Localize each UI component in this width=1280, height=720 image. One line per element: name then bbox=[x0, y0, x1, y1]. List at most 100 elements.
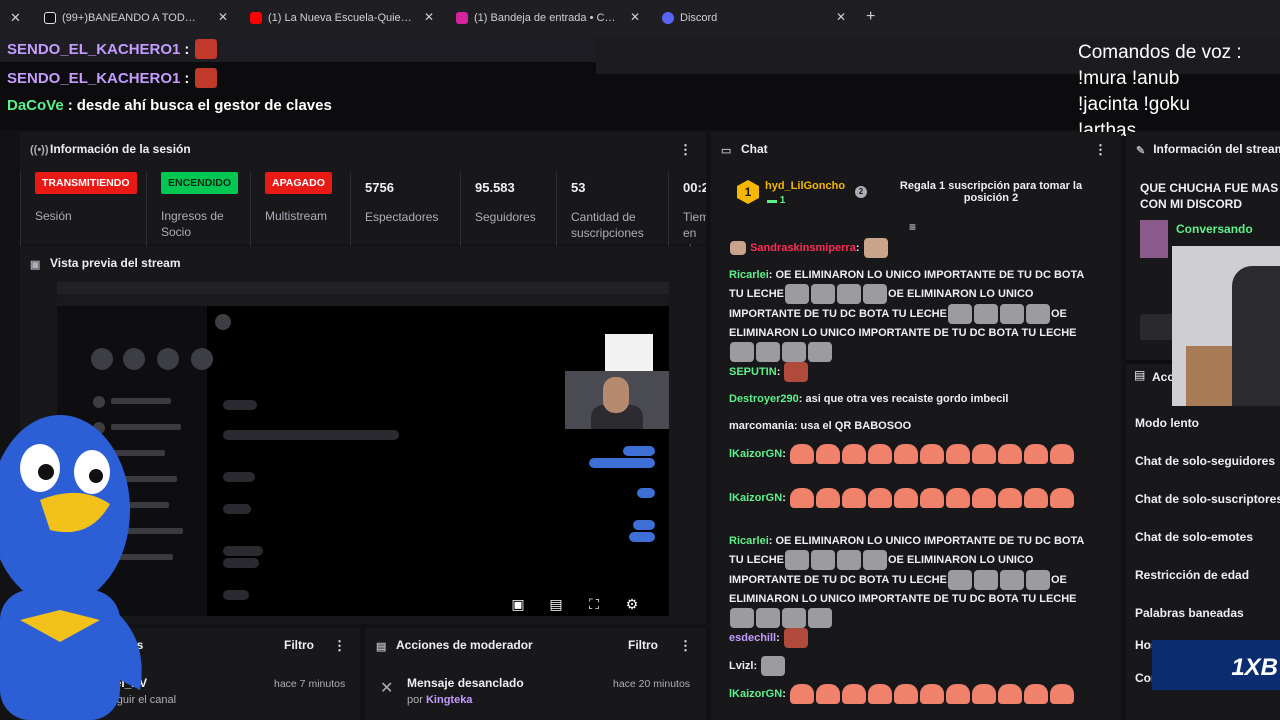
theatre-mode-icon[interactable]: ▤ bbox=[548, 596, 564, 612]
voice-commands-title: Comandos de voz : bbox=[1078, 42, 1242, 63]
fullscreen-icon[interactable]: ⛶ bbox=[586, 596, 602, 612]
overlay-chat-separator: : bbox=[67, 97, 73, 114]
gift-coin-icon: 2 bbox=[855, 186, 867, 198]
hand-emote-icon bbox=[1049, 444, 1074, 464]
more-options-icon[interactable]: ⋮ bbox=[679, 638, 692, 654]
message-bubble bbox=[633, 520, 655, 530]
mod-action-by: por Kingteka bbox=[407, 694, 472, 706]
hand-emote-icon bbox=[867, 444, 892, 464]
chat-username[interactable]: marcomania bbox=[729, 420, 794, 432]
stat-followers: 95.583 Seguidores bbox=[460, 172, 556, 250]
browser-tab-youtube[interactable]: (1) La Nueva Escuela-Quiero Be bbox=[250, 6, 414, 30]
hand-emote-icon bbox=[1023, 444, 1048, 464]
stat-label: Multistream bbox=[265, 209, 328, 223]
rank-badge: 1 bbox=[737, 180, 759, 204]
emote-icon bbox=[783, 628, 808, 648]
stat-subscriptions: 53 Cantidad de suscripciones bbox=[556, 172, 668, 250]
badge-icon bbox=[730, 241, 746, 255]
browser-tab-tiktok[interactable]: (99+)BANEANDO A TODOS DE bbox=[44, 6, 204, 30]
stream-category[interactable]: Conversando bbox=[1176, 222, 1253, 236]
broadcast-icon: ((•)) bbox=[30, 144, 49, 156]
action-age-restriction[interactable]: Restricción de edad bbox=[1135, 568, 1249, 582]
chat-message: lKaizorGN: bbox=[729, 488, 1099, 508]
browser-tab-discord[interactable]: Discord bbox=[662, 6, 822, 30]
close-tab-icon[interactable]: ✕ bbox=[422, 10, 436, 24]
stat-viewers: 5756 Espectadores bbox=[350, 172, 460, 250]
more-options-icon[interactable]: ⋮ bbox=[679, 142, 692, 158]
collapse-chevron-icon[interactable]: ≡ bbox=[909, 220, 916, 234]
action-slow-mode[interactable]: Modo lento bbox=[1135, 416, 1199, 430]
settings-gear-icon[interactable]: ⚙ bbox=[624, 596, 640, 612]
action-emote-only[interactable]: Chat de solo-emotes bbox=[1135, 530, 1253, 544]
stat-value: 53 bbox=[571, 180, 586, 195]
story-avatar bbox=[157, 348, 179, 370]
cat-emote-icon bbox=[808, 342, 832, 362]
chat-username[interactable]: Ricarlei bbox=[729, 269, 769, 281]
cat-emote-icon bbox=[811, 550, 835, 570]
overlay-chat-separator: : bbox=[184, 69, 190, 87]
chat-message: SEPUTIN: bbox=[729, 362, 1099, 382]
gift-cta-text[interactable]: Regala 1 suscripción para tomar la posic… bbox=[883, 180, 1099, 204]
chat-header: ▭ Chat bbox=[711, 132, 1121, 166]
chat-panel: ▭ Chat ⋮ 1 hyd_LilGoncho ▬ 1 2 Regala 1 … bbox=[711, 132, 1121, 720]
hand-emote-icon bbox=[1023, 488, 1048, 508]
streamer-webcam-overlay bbox=[1172, 246, 1280, 406]
chat-username[interactable]: lKaizorGN bbox=[729, 492, 782, 504]
stat-value: 00:2 bbox=[683, 180, 706, 195]
stat-label: Sesión bbox=[35, 209, 72, 223]
chat-username[interactable]: SEPUTIN bbox=[729, 366, 777, 378]
chat-message: lKaizorGN: bbox=[729, 684, 1099, 704]
close-window-icon[interactable]: ✕ bbox=[10, 10, 21, 26]
stat-multistream: APAGADO Multistream bbox=[250, 172, 350, 250]
voice-commands-line: !jacinta !goku bbox=[1078, 94, 1190, 115]
stat-live-time: 00:2 Tiem en vi bbox=[668, 172, 706, 250]
hand-emote-icon bbox=[893, 684, 918, 704]
chat-username[interactable]: Lvizl bbox=[729, 660, 753, 672]
panel-title: Acc bbox=[1152, 370, 1175, 384]
youtube-icon bbox=[250, 12, 262, 24]
close-tab-icon[interactable]: ✕ bbox=[628, 10, 642, 24]
cat-emote-icon bbox=[761, 656, 786, 676]
chat-message: Destroyer290: asi que otra ves recaiste … bbox=[729, 393, 1009, 405]
action-followers-only[interactable]: Chat de solo-seguidores bbox=[1135, 454, 1275, 468]
cat-emote-icon bbox=[785, 284, 809, 304]
mod-action-moderator[interactable]: Kingteka bbox=[426, 694, 472, 706]
filter-button[interactable]: Filtro bbox=[628, 638, 658, 652]
hand-emote-icon bbox=[919, 444, 944, 464]
chat-username[interactable]: lKaizorGN bbox=[729, 448, 782, 460]
message-bubble bbox=[223, 472, 255, 482]
new-tab-button[interactable]: + bbox=[866, 8, 875, 26]
more-options-icon[interactable]: ⋮ bbox=[1094, 142, 1107, 158]
hand-emote-icon bbox=[919, 488, 944, 508]
gifter-name[interactable]: hyd_LilGoncho bbox=[765, 180, 845, 192]
chat-username[interactable]: esdechill bbox=[729, 632, 776, 644]
action-subscribers-only[interactable]: Chat de solo-suscriptores bbox=[1135, 492, 1280, 506]
chat-username[interactable]: lKaizorGN bbox=[729, 688, 782, 700]
browser-tab-instagram[interactable]: (1) Bandeja de entrada • Chats bbox=[456, 6, 616, 30]
webcam-person bbox=[1232, 266, 1280, 406]
more-options-icon[interactable]: ⋮ bbox=[333, 638, 346, 654]
cat-emote-icon bbox=[837, 550, 861, 570]
hand-emote-icon bbox=[945, 488, 970, 508]
picture-in-picture-icon[interactable]: ▣ bbox=[510, 596, 526, 612]
cat-emote-icon bbox=[973, 304, 998, 324]
emote-icon bbox=[784, 362, 809, 382]
webcam-overlay bbox=[565, 371, 669, 429]
chat-username[interactable]: Destroyer290 bbox=[729, 393, 799, 405]
close-tab-icon[interactable]: ✕ bbox=[216, 10, 230, 24]
browser-tab-bar: ✕ (99+)BANEANDO A TODOS DE ✕ (1) La Nuev… bbox=[0, 0, 1280, 36]
hand-emote-icon bbox=[1049, 684, 1074, 704]
chat-username[interactable]: Sandraskinsmiperra bbox=[750, 242, 856, 254]
panel-title: Chat bbox=[741, 142, 768, 156]
hand-emote-icon bbox=[789, 444, 814, 464]
filter-button[interactable]: Filtro bbox=[284, 638, 314, 652]
cat-emote-icon bbox=[837, 284, 861, 304]
cat-emote-icon bbox=[999, 304, 1024, 324]
message-bubble bbox=[629, 532, 655, 542]
chat-message: Ricarlei: OE ELIMINARON LO UNICO IMPORTA… bbox=[729, 266, 1099, 362]
chat-username[interactable]: Ricarlei bbox=[729, 535, 769, 547]
stream-info-header: ✎ Información del stream bbox=[1126, 132, 1280, 166]
action-banned-words[interactable]: Palabras baneadas bbox=[1135, 606, 1244, 620]
close-tab-icon[interactable]: ✕ bbox=[834, 10, 848, 24]
overlay-chat-user: DaCoVe bbox=[7, 97, 64, 114]
